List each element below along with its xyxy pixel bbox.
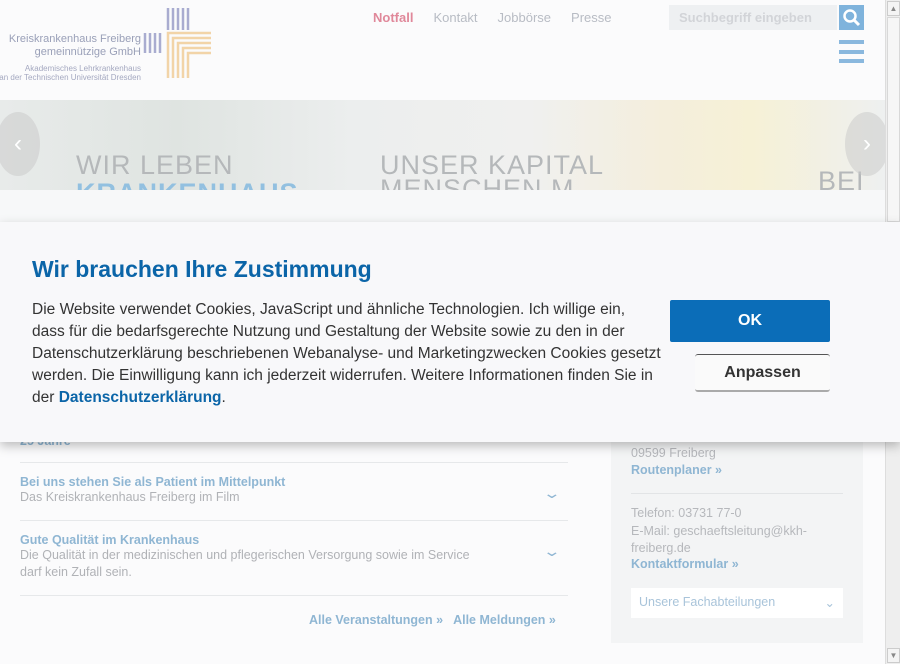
logo-line1: Kreiskrankenhaus Freiberg <box>9 33 141 46</box>
scroll-down-icon[interactable]: ▼ <box>887 648 900 663</box>
scroll-up-icon[interactable]: ▲ <box>887 1 900 16</box>
hero-slider: WIR LEBEN KRANKENHAUS UNSER KAPITAL MENS… <box>0 100 885 190</box>
next-slide-button[interactable]: › <box>845 112 885 176</box>
all-events-link[interactable]: Alle Veranstaltungen » <box>309 613 443 627</box>
nav-presse[interactable]: Presse <box>571 10 611 25</box>
cookie-consent-dialog: Wir brauchen Ihre Zustimmung Die Website… <box>0 222 900 442</box>
news-list: 25 Jahre Bei uns stehen Sie als Patient … <box>20 430 568 596</box>
phone: Telefon: 03731 77-0 <box>631 506 742 520</box>
menu-icon[interactable] <box>839 40 864 63</box>
chevron-down-icon[interactable]: ⌄ <box>543 543 562 560</box>
customize-button[interactable]: Anpassen <box>695 354 830 392</box>
top-nav: Notfall Kontakt Jobbörse Presse <box>373 10 612 25</box>
contact-sidebar: 09599 Freiberg Routenplaner » Telefon: 0… <box>611 430 863 643</box>
scrollbar-thumb[interactable] <box>887 17 900 222</box>
search-button[interactable] <box>839 5 864 30</box>
consent-title: Wir brauchen Ihre Zustimmung <box>32 256 372 283</box>
logo-cross-icon <box>143 8 213 78</box>
search-icon <box>839 5 864 30</box>
prev-slide-button[interactable]: ‹ <box>0 112 40 176</box>
address-city: 09599 Freiberg <box>631 446 716 460</box>
departments-select[interactable]: Unsere Fachabteilungen⌄ <box>631 588 843 618</box>
nav-jobboerse[interactable]: Jobbörse <box>498 10 551 25</box>
nav-notfall[interactable]: Notfall <box>373 10 413 25</box>
email[interactable]: E-Mail: geschaeftsleitung@kkh-freiberg.d… <box>631 523 831 557</box>
nav-kontakt[interactable]: Kontakt <box>433 10 477 25</box>
logo-line3: Akademisches Lehrkrankenhaus <box>0 64 141 73</box>
slide-title: KRANKENHAUS <box>76 180 299 190</box>
slide-title: WIR LEBEN <box>76 152 234 178</box>
contact-form-link[interactable]: Kontaktformular » <box>631 557 739 571</box>
slide-title: MENSCHEN M <box>380 176 575 190</box>
search-input[interactable]: Suchbegriff eingeben <box>669 5 837 30</box>
list-item[interactable]: Bei uns stehen Sie als Patient im Mittel… <box>20 463 568 521</box>
all-news-link[interactable]: Alle Meldungen » <box>453 613 556 627</box>
logo-line2: gemeinnützige GmbH <box>9 46 141 59</box>
list-item[interactable]: Gute Qualität im KrankenhausDie Qualität… <box>20 521 568 596</box>
chevron-down-icon[interactable]: ⌄ <box>543 485 562 502</box>
ok-button[interactable]: OK <box>670 300 830 342</box>
consent-text: Die Website verwendet Cookies, JavaScrip… <box>32 299 662 409</box>
chevron-down-icon: ⌄ <box>825 595 835 610</box>
logo-line4: an der Technischen Universität Dresden <box>0 73 141 82</box>
privacy-link[interactable]: Datenschutzerklärung <box>59 389 222 406</box>
route-planner-link[interactable]: Routenplaner » <box>631 463 722 477</box>
